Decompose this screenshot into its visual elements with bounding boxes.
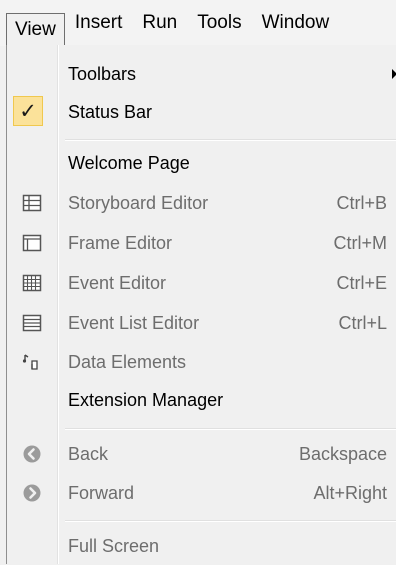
view-dropdown-menu: Toolbars ✓ Status Bar Welcome Page Story… bbox=[6, 45, 396, 564]
menu-separator bbox=[65, 428, 396, 429]
menu-item-event-editor[interactable]: Event Editor Ctrl+E bbox=[7, 264, 396, 302]
forward-arrow-icon bbox=[23, 484, 41, 502]
menu-separator bbox=[65, 139, 396, 140]
menu-item-forward[interactable]: Forward Alt+Right bbox=[7, 474, 396, 512]
data-elements-label: Data Elements bbox=[68, 352, 187, 372]
toolbars-label: Toolbars bbox=[68, 64, 137, 84]
menu-item-status-bar[interactable]: ✓ Status Bar bbox=[7, 93, 396, 131]
menu-item-toolbars[interactable]: Toolbars bbox=[7, 55, 396, 93]
menu-item-event-list-editor[interactable]: Event List Editor Ctrl+L bbox=[7, 304, 396, 342]
menu-separator bbox=[65, 520, 396, 521]
status-bar-label: Status Bar bbox=[68, 102, 153, 122]
menu-insert[interactable]: Insert bbox=[65, 8, 133, 38]
menu-item-welcome-page[interactable]: Welcome Page bbox=[7, 144, 396, 182]
menu-item-back[interactable]: Back Backspace bbox=[7, 435, 396, 473]
event-list-editor-icon bbox=[22, 314, 42, 332]
back-arrow-icon bbox=[23, 445, 41, 463]
frame-editor-icon bbox=[22, 234, 42, 252]
event-editor-icon bbox=[22, 274, 42, 292]
menu-window[interactable]: Window bbox=[252, 8, 340, 38]
welcome-page-label: Welcome Page bbox=[68, 153, 190, 173]
frame-editor-label: Frame Editor bbox=[68, 233, 173, 253]
event-editor-shortcut: Ctrl+E bbox=[336, 273, 387, 293]
frame-editor-shortcut: Ctrl+M bbox=[333, 233, 388, 253]
event-list-editor-shortcut: Ctrl+L bbox=[338, 313, 387, 333]
menu-run[interactable]: Run bbox=[132, 8, 187, 38]
menu-item-extension-manager[interactable]: Extension Manager bbox=[7, 381, 396, 419]
data-elements-icon bbox=[22, 354, 38, 370]
extension-manager-label: Extension Manager bbox=[68, 390, 224, 410]
menu-item-data-elements[interactable]: Data Elements bbox=[7, 343, 396, 381]
forward-label: Forward bbox=[68, 483, 135, 503]
full-screen-label: Full Screen bbox=[68, 536, 160, 556]
menu-item-storyboard-editor[interactable]: Storyboard Editor Ctrl+B bbox=[7, 184, 396, 222]
menu-tools[interactable]: Tools bbox=[187, 8, 251, 38]
menu-view[interactable]: View bbox=[6, 13, 65, 46]
menu-bar: View Insert Run Tools Window bbox=[0, 0, 396, 46]
submenu-arrow-icon bbox=[392, 69, 396, 79]
forward-shortcut: Alt+Right bbox=[313, 483, 387, 503]
back-shortcut: Backspace bbox=[298, 444, 387, 464]
event-editor-label: Event Editor bbox=[68, 273, 167, 293]
menu-item-frame-editor[interactable]: Frame Editor Ctrl+M bbox=[7, 224, 396, 262]
storyboard-editor-label: Storyboard Editor bbox=[68, 193, 209, 213]
checkmark-icon: ✓ bbox=[13, 96, 43, 126]
back-label: Back bbox=[68, 444, 109, 464]
storyboard-editor-icon bbox=[22, 194, 42, 212]
menu-item-full-screen[interactable]: Full Screen bbox=[7, 527, 396, 565]
event-list-editor-label: Event List Editor bbox=[68, 313, 200, 333]
storyboard-editor-shortcut: Ctrl+B bbox=[336, 193, 387, 213]
